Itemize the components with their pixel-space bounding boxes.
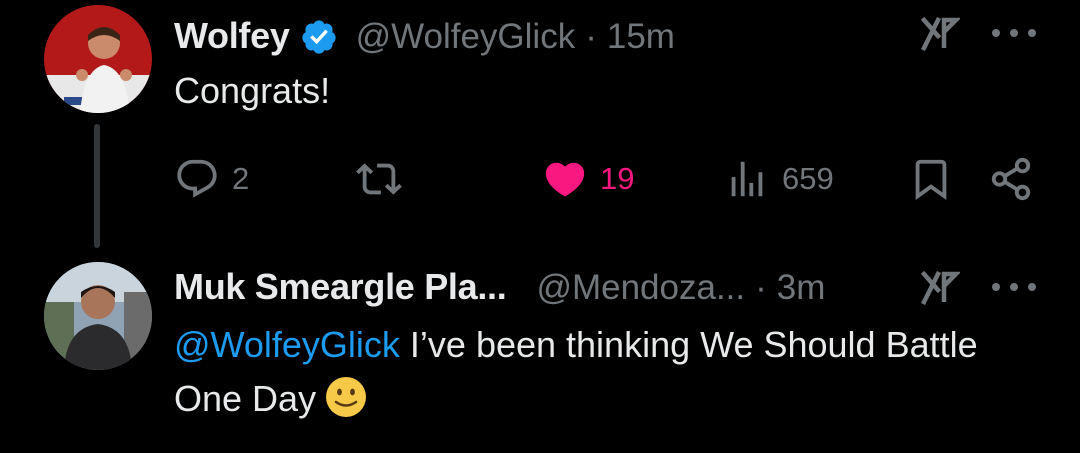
separator: · [755, 268, 767, 307]
more-icon[interactable] [992, 277, 1036, 297]
like-button[interactable]: 19 [542, 154, 634, 204]
mention-link[interactable]: @WolfeyGlick [174, 324, 400, 365]
more-icon[interactable] [992, 23, 1036, 43]
action-bar: 2 19 659 [174, 154, 1044, 204]
separator: · [585, 17, 597, 56]
reply-button[interactable]: 2 [174, 154, 249, 204]
tweet-header: Wolfey @WolfeyGlick · 15m [174, 10, 675, 57]
share-button[interactable] [988, 154, 1034, 204]
tweet-text: Congrats! [174, 70, 331, 111]
timestamp[interactable]: 3m [777, 268, 826, 308]
bookmark-icon [915, 159, 947, 200]
views-icon [731, 161, 763, 197]
tweet-header: Muk Smeargle Pla... @Mendoza... · 3m [174, 266, 825, 308]
timestamp[interactable]: 15m [607, 17, 675, 57]
display-name[interactable]: Muk Smeargle Pla... [174, 266, 507, 308]
share-icon [991, 157, 1031, 201]
avatar-wolfey[interactable] [44, 5, 152, 113]
tweet-text: @WolfeyGlick I’ve been thinking We Shoul… [174, 318, 1034, 426]
avatar-muk[interactable] [44, 262, 152, 370]
views-button[interactable]: 659 [724, 154, 834, 204]
user-handle[interactable]: @WolfeyGlick [356, 17, 576, 57]
reply-count: 2 [232, 161, 250, 196]
avatar-image [44, 5, 152, 113]
verified-badge-icon[interactable] [300, 18, 338, 56]
reply-icon [177, 159, 217, 198]
slightly-smiling-face-icon [326, 377, 367, 417]
avatar-image [44, 262, 152, 370]
grok-icon[interactable] [920, 14, 962, 54]
view-count: 659 [782, 161, 834, 196]
user-handle[interactable]: @Mendoza... [536, 268, 745, 308]
thread-line [94, 124, 100, 248]
heart-icon [545, 162, 585, 197]
bookmark-button[interactable] [908, 154, 954, 204]
retweet-button[interactable] [356, 154, 402, 204]
retweet-icon [356, 163, 402, 195]
display-name[interactable]: Wolfey [174, 15, 290, 57]
grok-icon[interactable] [920, 268, 962, 308]
like-count: 19 [600, 161, 635, 196]
